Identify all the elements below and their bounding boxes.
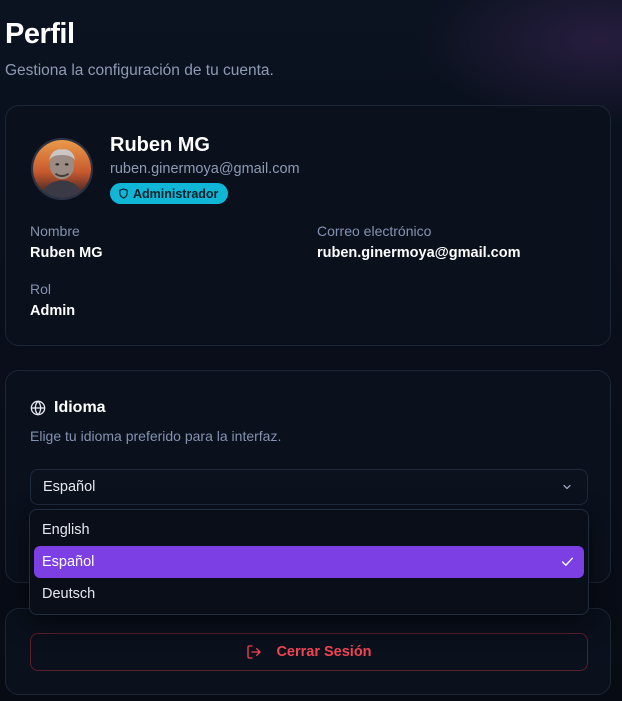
language-description: Elige tu idioma preferido para la interf… [30,428,282,444]
language-header: Idioma [30,399,106,417]
logout-label: Cerrar Sesión [276,644,372,660]
role-value: Admin [30,303,76,319]
language-dropdown: English Español Deutsch [29,509,589,615]
language-select-value: Español [43,479,96,495]
name-value: Ruben MG [30,245,103,261]
role-badge: Administrador [110,183,229,204]
logout-icon [247,645,262,659]
role-label: Rol [30,281,52,297]
page-title: Perfil [5,18,75,50]
user-name: Ruben MG [110,134,210,156]
shield-icon [119,188,128,199]
email-label: Correo electrónico [317,223,432,239]
role-badge-label: Administrador [133,186,219,201]
avatar [31,138,93,200]
language-option-label: Deutsch [42,586,96,602]
globe-icon [30,400,46,416]
page-subtitle: Gestiona la configuración de tu cuenta. [5,62,274,79]
language-option-label: English [42,522,90,538]
user-email: ruben.ginermoya@gmail.com [110,161,300,177]
language-option-deutsch[interactable]: Deutsch [34,578,584,610]
language-option-label: Español [42,554,95,570]
logout-card: Cerrar Sesión [5,608,611,695]
language-select[interactable]: Español [30,469,588,505]
language-title: Idioma [54,399,106,416]
check-icon [561,557,574,566]
email-value: ruben.ginermoya@gmail.com [317,245,521,261]
profile-card: Ruben MG ruben.ginermoya@gmail.com Admin… [5,105,611,346]
logout-button[interactable]: Cerrar Sesión [30,633,588,671]
language-option-english[interactable]: English [34,514,584,546]
language-option-espanol[interactable]: Español [34,546,584,578]
name-label: Nombre [30,223,80,239]
chevron-down-icon [563,484,571,490]
